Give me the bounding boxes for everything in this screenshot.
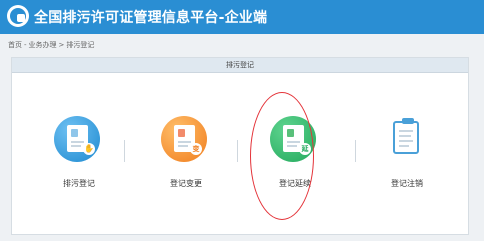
- card-change[interactable]: 变 登记变更: [151, 116, 221, 206]
- card-divider: [355, 140, 356, 162]
- card-cancellation[interactable]: 登记注销: [372, 116, 442, 206]
- card-label: 排污登记: [63, 179, 95, 188]
- app-title: 全国排污许可证管理信息平台-企业端: [34, 10, 268, 26]
- card-divider: [237, 140, 238, 162]
- breadcrumb-business[interactable]: 业务办理: [29, 41, 57, 49]
- registration-icon: ✋: [54, 116, 100, 162]
- card-divider: [124, 140, 125, 162]
- card-label: 登记变更: [170, 179, 202, 188]
- highlight-annotation: [250, 92, 314, 220]
- hand-icon: ✋: [83, 143, 95, 155]
- panel-title: 排污登记: [12, 58, 468, 73]
- registration-panel: 排污登记 ✋ 排污登记 变 登记变更 延 登记延续 登记注销: [11, 57, 469, 235]
- change-icon: 变: [161, 116, 207, 162]
- breadcrumb-separator: >: [58, 41, 65, 49]
- app-header: 全国排污许可证管理信息平台-企业端: [0, 0, 484, 34]
- change-badge: 变: [190, 143, 202, 155]
- breadcrumb-home[interactable]: 首页: [8, 41, 22, 49]
- emblem-logo: [7, 5, 29, 27]
- card-registration[interactable]: ✋ 排污登记: [44, 116, 114, 206]
- card-label: 登记注销: [391, 179, 423, 188]
- breadcrumb-current: 排污登记: [66, 41, 95, 49]
- cancellation-icon: [382, 116, 428, 162]
- breadcrumb-separator: -: [24, 41, 27, 49]
- breadcrumb: 首页 - 业务办理 > 排污登记: [8, 40, 94, 50]
